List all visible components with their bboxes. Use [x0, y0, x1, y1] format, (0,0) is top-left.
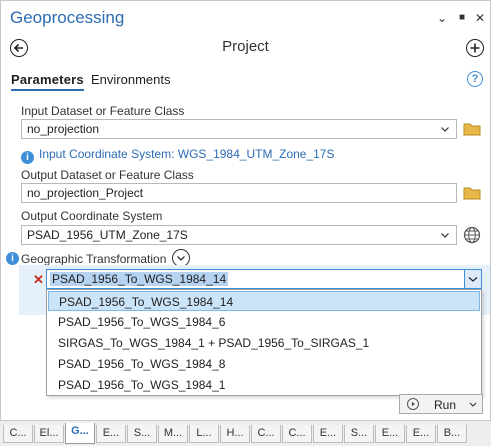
bottom-tab[interactable]: S...: [127, 425, 157, 443]
output-dataset-label: Output Dataset or Feature Class: [21, 168, 194, 182]
bottom-tab[interactable]: E...: [313, 425, 343, 443]
remove-icon[interactable]: ✕: [33, 272, 44, 288]
chevron-down-icon[interactable]: [440, 229, 450, 243]
globe-icon[interactable]: [463, 226, 481, 249]
input-cs-info-text: Input Coordinate System: WGS_1984_UTM_Zo…: [39, 147, 335, 161]
help-icon[interactable]: ?: [467, 71, 483, 87]
bottom-tab[interactable]: C...: [282, 425, 312, 443]
chevron-down-icon[interactable]: [440, 123, 450, 137]
bottom-tab[interactable]: M...: [158, 425, 188, 443]
transformation-value: PSAD_1956_To_WGS_1984_14: [50, 272, 229, 286]
bottom-tab-active[interactable]: G...: [65, 423, 95, 444]
transformation-combobox[interactable]: PSAD_1956_To_WGS_1984_14: [46, 269, 482, 289]
dropdown-option[interactable]: PSAD_1956_To_WGS_1984_8: [48, 354, 480, 374]
tool-header: Project: [1, 35, 490, 59]
plus-icon[interactable]: [466, 39, 484, 57]
dropdown-button[interactable]: [464, 270, 481, 288]
info-icon[interactable]: i: [6, 252, 19, 265]
bottom-tab[interactable]: H...: [220, 425, 250, 443]
input-dataset-value: no_projection: [27, 122, 100, 136]
play-icon: [407, 398, 419, 410]
maximize-icon[interactable]: ■: [455, 11, 469, 25]
tab-environments[interactable]: Environments: [91, 72, 170, 87]
tool-tabs: Parameters Environments: [1, 69, 490, 93]
options-dropdown-icon[interactable]: ⌄: [435, 11, 449, 25]
dropdown-option[interactable]: PSAD_1956_To_WGS_1984_6: [48, 312, 480, 332]
bottom-tab[interactable]: E...: [375, 425, 405, 443]
folder-icon[interactable]: [463, 186, 481, 200]
output-cs-value: PSAD_1956_UTM_Zone_17S: [27, 228, 188, 242]
pane-title: Geoprocessing: [10, 8, 125, 27]
chevron-down-icon[interactable]: [468, 397, 478, 414]
tool-title: Project: [222, 38, 269, 55]
dropdown-option[interactable]: PSAD_1956_To_WGS_1984_14: [48, 291, 480, 311]
output-dataset-field[interactable]: no_projection_Project: [21, 183, 457, 203]
input-dataset-field[interactable]: no_projection: [21, 119, 457, 139]
input-dataset-label: Input Dataset or Feature Class: [21, 104, 185, 118]
folder-icon[interactable]: [463, 122, 481, 136]
run-label: Run: [434, 398, 457, 412]
output-cs-label: Output Coordinate System: [21, 209, 163, 223]
bottom-tab[interactable]: E...: [96, 425, 126, 443]
bottom-tab[interactable]: C...: [251, 425, 281, 443]
transformation-dropdown-list: PSAD_1956_To_WGS_1984_14 PSAD_1956_To_WG…: [46, 289, 482, 396]
bottom-tab-bar: C... El... G... E... S... M... L... H...…: [0, 420, 491, 446]
bottom-tab[interactable]: El...: [34, 425, 64, 443]
geographic-transformation-label: Geographic Transformation: [21, 252, 167, 266]
bottom-tab[interactable]: C...: [3, 425, 33, 443]
dropdown-option[interactable]: SIRGAS_To_WGS_1984_1 + PSAD_1956_To_SIRG…: [48, 333, 480, 353]
info-icon: i: [21, 151, 34, 164]
run-button[interactable]: Run: [399, 394, 483, 414]
input-cs-info: i Input Coordinate System: WGS_1984_UTM_Z…: [21, 147, 335, 164]
geoprocessing-pane: Geoprocessing ⌄ ■ ✕ Project Parameters E…: [0, 0, 491, 421]
dropdown-option[interactable]: PSAD_1956_To_WGS_1984_1: [48, 375, 480, 395]
output-cs-field[interactable]: PSAD_1956_UTM_Zone_17S: [21, 225, 457, 245]
close-icon[interactable]: ✕: [473, 11, 487, 25]
bottom-tab[interactable]: L...: [189, 425, 219, 443]
bottom-tab[interactable]: S...: [344, 425, 374, 443]
output-dataset-value: no_projection_Project: [27, 186, 144, 200]
bottom-tab[interactable]: B...: [437, 425, 467, 443]
bottom-tab[interactable]: E...: [406, 425, 436, 443]
title-bar: Geoprocessing ⌄ ■ ✕: [1, 1, 490, 35]
tab-parameters[interactable]: Parameters: [11, 72, 84, 91]
